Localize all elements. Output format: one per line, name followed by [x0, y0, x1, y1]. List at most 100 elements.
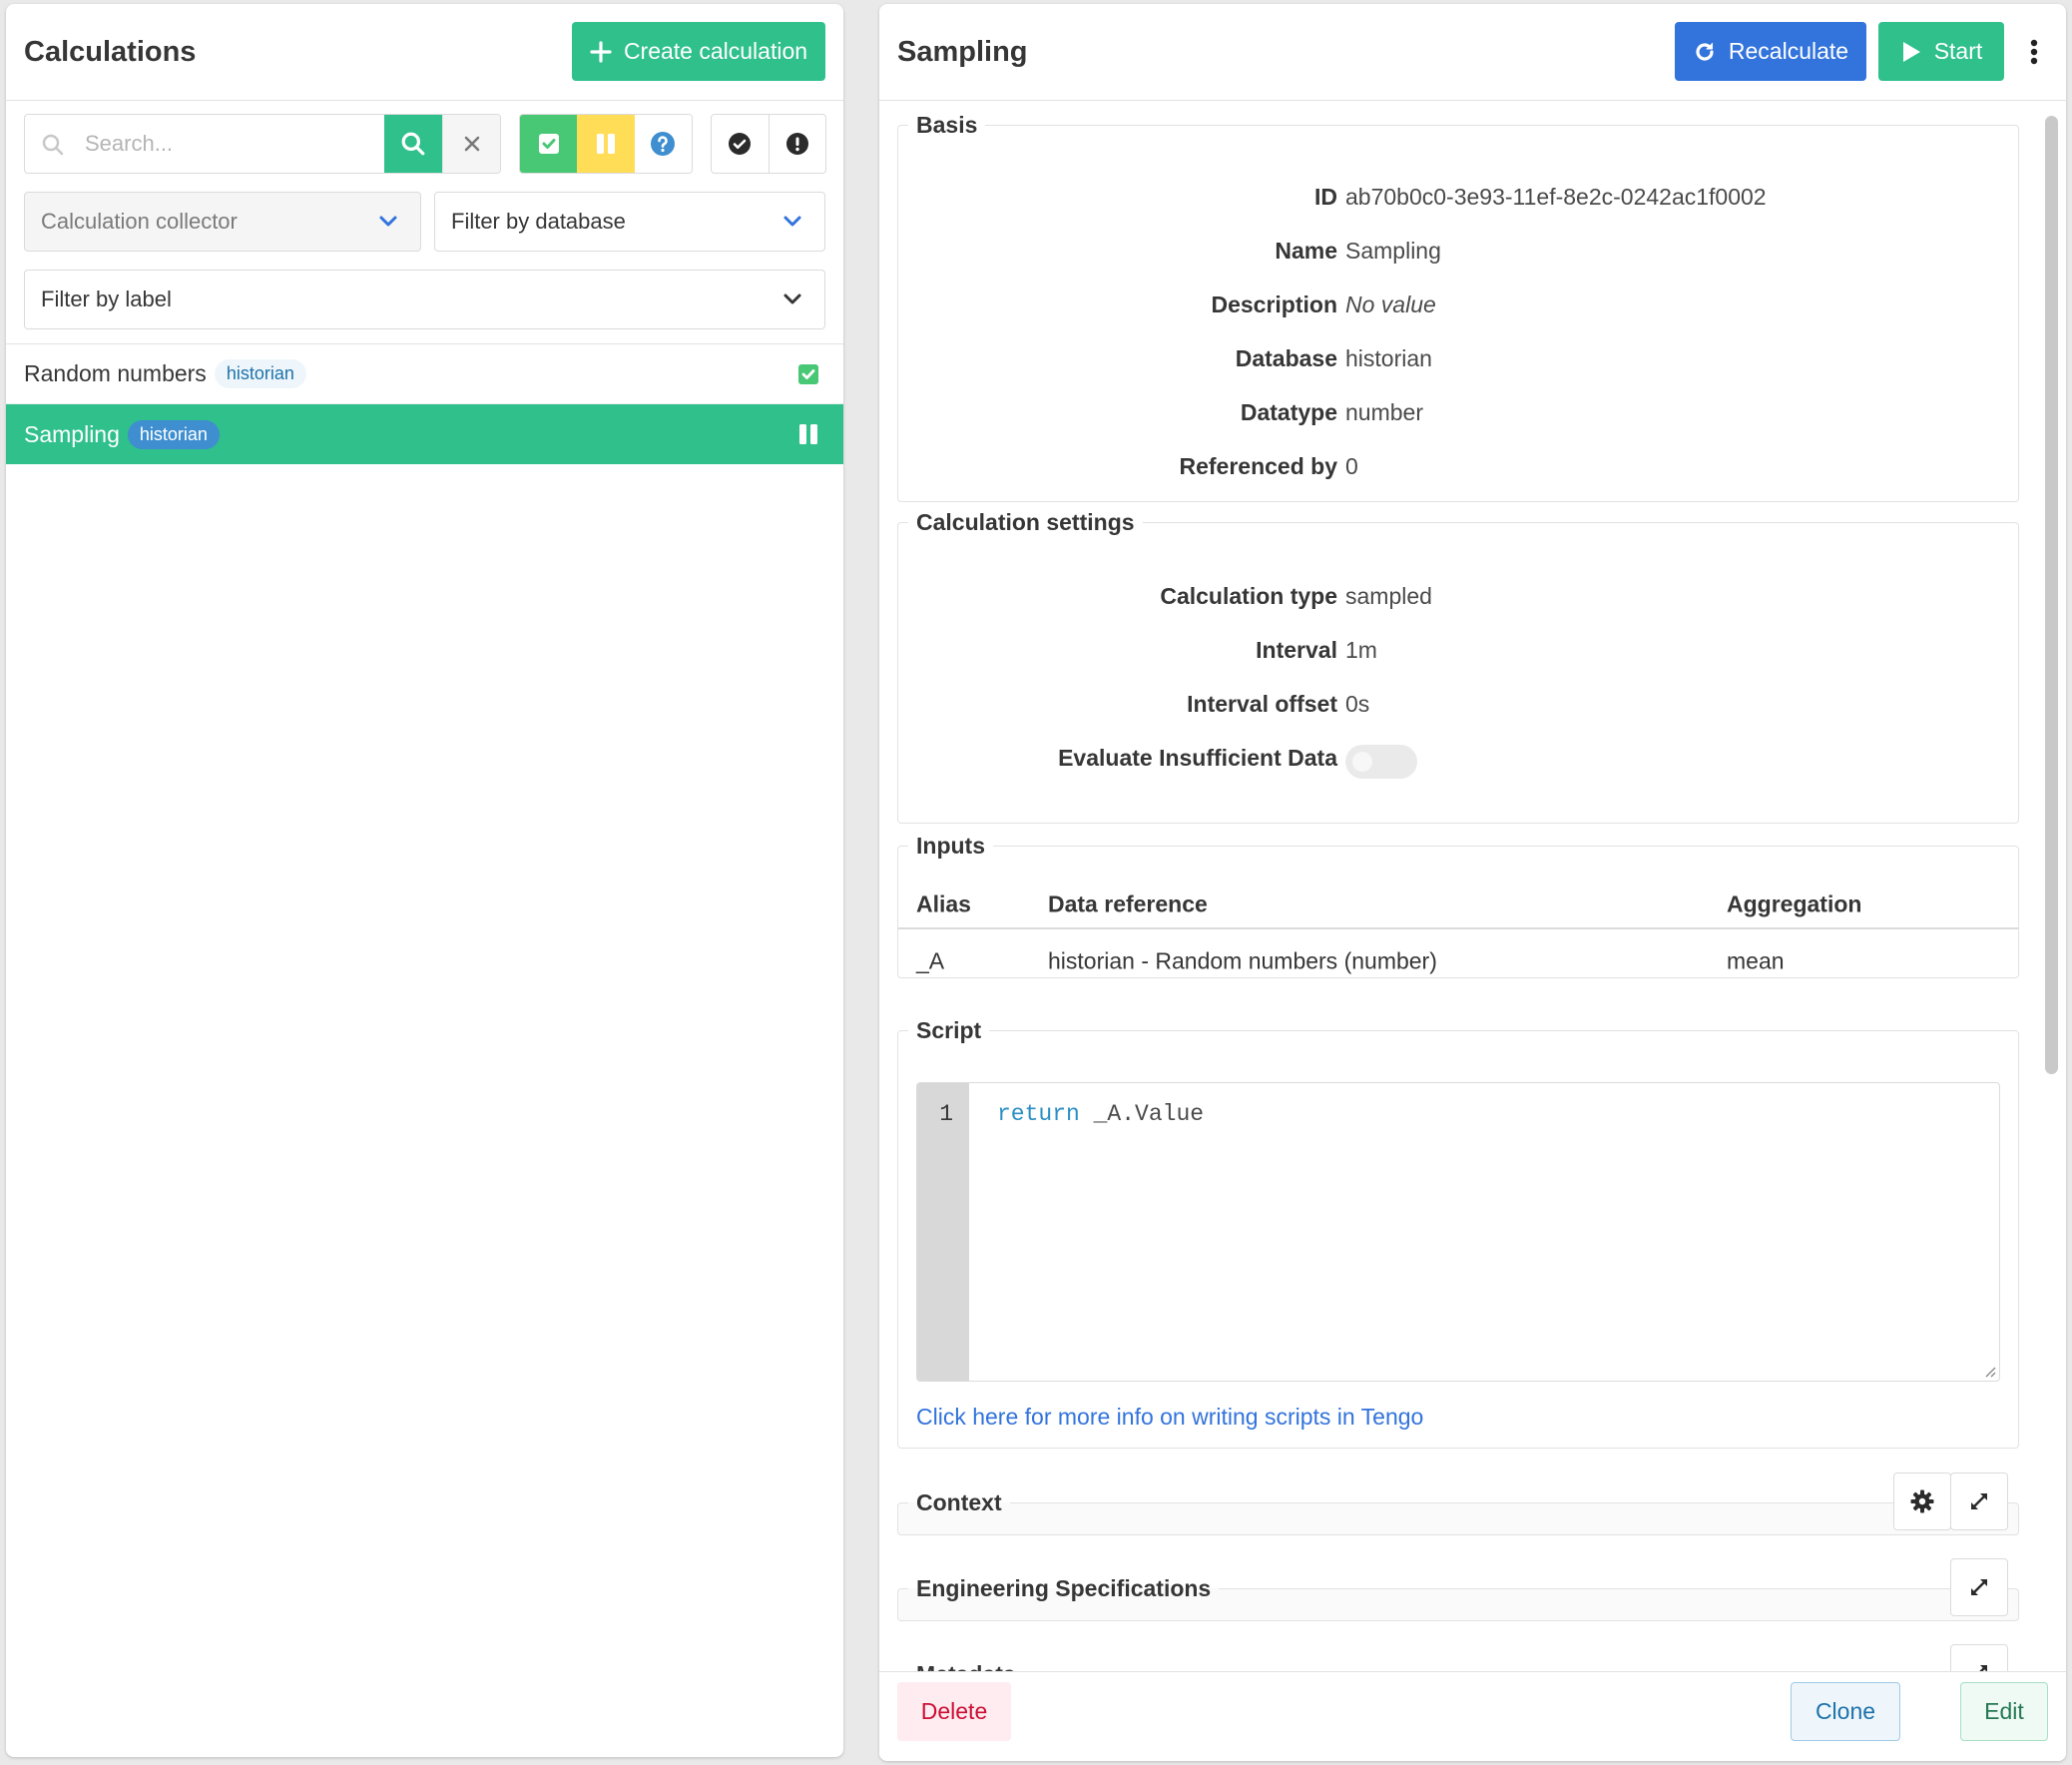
context-settings-button[interactable]	[1893, 1472, 1951, 1530]
close-icon	[464, 136, 479, 152]
resize-grip-icon[interactable]	[1982, 1364, 1996, 1378]
script-section: Script 1 return _A.Value Click here for …	[897, 1017, 2019, 1449]
detail-title: Sampling	[897, 35, 1028, 68]
search-input-wrap	[25, 115, 384, 173]
more-options-button[interactable]	[2020, 22, 2048, 81]
alias-header: Alias	[916, 890, 971, 917]
expand-icon	[1971, 1493, 1987, 1509]
recalculate-button[interactable]: Recalculate	[1675, 22, 1866, 81]
filter-error-button[interactable]	[768, 115, 825, 173]
interval-offset-value: 0s	[1345, 690, 1370, 717]
name-row: Name Sampling	[898, 231, 2018, 271]
clone-button[interactable]: Clone	[1791, 1682, 1900, 1741]
description-row: Description No value	[898, 285, 2018, 324]
script-code[interactable]: return _A.Value	[969, 1083, 1999, 1381]
metadata-section: Metadata	[897, 1661, 2019, 1671]
aggregation-cell: mean	[1727, 947, 1785, 974]
interval-row: Interval 1m	[898, 630, 2018, 670]
code-text: _A.Value	[1079, 1101, 1205, 1127]
state-filter-group	[711, 114, 826, 174]
calculation-collector-select[interactable]: Calculation collector	[24, 192, 421, 252]
alias-cell: _A	[916, 947, 945, 974]
calculation-name: Random numbers	[24, 360, 207, 386]
vertical-ellipsis-icon	[2030, 39, 2038, 64]
search-icon	[401, 132, 425, 156]
list-item[interactable]: Sampling historian	[6, 404, 843, 464]
engineering-expand-button[interactable]	[1950, 1558, 2008, 1616]
label-filter-select[interactable]: Filter by label	[24, 270, 825, 329]
engineering-specifications-title: Engineering Specifications	[916, 1575, 1212, 1601]
delete-button[interactable]: Delete	[897, 1682, 1011, 1741]
chevron-down-icon	[379, 216, 397, 227]
database-filter-select[interactable]: Filter by database	[434, 192, 825, 252]
detail-header: Sampling Recalculate Start	[879, 4, 2066, 101]
referenced-by-row: Referenced by 0	[898, 446, 2018, 486]
header-actions: Recalculate Start	[1675, 22, 2048, 81]
metadata-expand-button[interactable]	[1950, 1644, 2008, 1671]
metadata-title: Metadata	[908, 1661, 1024, 1671]
search-button[interactable]	[384, 115, 442, 173]
detail-content[interactable]: Basis ID ab70b0c0-3e93-11ef-8e2c-0242ac1…	[879, 102, 2043, 1671]
create-calculation-label: Create calculation	[623, 38, 808, 64]
pause-icon	[596, 134, 615, 154]
basis-section: Basis ID ab70b0c0-3e93-11ef-8e2c-0242ac1…	[897, 112, 2019, 502]
database-value: historian	[1345, 344, 1432, 371]
interval-label: Interval	[1256, 636, 1337, 663]
aggregation-header: Aggregation	[1727, 890, 1862, 917]
referenced-by-value: 0	[1345, 452, 1358, 479]
search-icon	[42, 134, 64, 156]
calculations-panel: Calculations Create calculation Search..…	[6, 4, 843, 1757]
filter-paused-button[interactable]	[577, 115, 635, 173]
start-button[interactable]: Start	[1878, 22, 2004, 81]
exclamation-circle-icon	[785, 133, 808, 155]
table-row: _A historian - Random numbers (number) m…	[898, 929, 2018, 993]
database-row: Database historian	[898, 338, 2018, 378]
gear-icon	[1910, 1489, 1934, 1513]
context-expand-button[interactable]	[1950, 1472, 2008, 1530]
create-calculation-button[interactable]: Create calculation	[572, 22, 825, 81]
filter-enabled-button[interactable]	[520, 115, 578, 173]
edit-button[interactable]: Edit	[1960, 1682, 2048, 1741]
check-circle-icon	[729, 133, 752, 155]
datatype-label: Datatype	[1240, 398, 1337, 425]
basis-title: Basis	[916, 112, 978, 138]
context-title: Context	[916, 1489, 1002, 1515]
inputs-section: Inputs Alias Data reference Aggregation …	[897, 833, 2019, 978]
inputs-table: Alias Data reference Aggregation _A hist…	[898, 882, 2018, 993]
calculation-type-label: Calculation type	[1160, 582, 1337, 609]
clear-search-button[interactable]	[442, 115, 500, 173]
name-label: Name	[1275, 237, 1337, 264]
line-number-gutter: 1	[917, 1083, 969, 1381]
search-box	[24, 114, 501, 174]
name-value: Sampling	[1345, 237, 1441, 264]
label-select-value: Filter by label	[41, 287, 172, 311]
start-label: Start	[1933, 38, 1983, 64]
expand-icon	[1979, 1665, 1987, 1671]
database-tag: historian	[214, 359, 306, 388]
detail-scrollbar[interactable]	[2045, 116, 2058, 1074]
filter-ok-button[interactable]	[712, 115, 769, 173]
search-toolbar	[24, 114, 826, 174]
id-row: ID ab70b0c0-3e93-11ef-8e2c-0242ac1f0002	[898, 177, 2018, 217]
check-square-icon	[538, 134, 559, 154]
datatype-value: number	[1345, 398, 1423, 425]
id-label: ID	[1314, 183, 1337, 210]
expand-icon	[1971, 1579, 1987, 1595]
referenced-by-label: Referenced by	[1179, 452, 1337, 479]
line-number: 1	[939, 1101, 953, 1127]
search-input[interactable]	[25, 115, 384, 173]
script-editor[interactable]: 1 return _A.Value	[916, 1082, 2000, 1382]
insufficient-data-toggle[interactable]	[1345, 745, 1417, 779]
inputs-title: Inputs	[916, 833, 985, 859]
database-tag: historian	[127, 419, 220, 449]
calculations-header: Calculations Create calculation	[6, 4, 843, 101]
tengo-docs-link[interactable]: Click here for more info on writing scri…	[916, 1404, 1423, 1431]
insufficient-data-label: Evaluate Insufficient Data	[1058, 744, 1337, 771]
list-item[interactable]: Random numbers historian	[6, 344, 843, 404]
calculation-type-value: sampled	[1345, 582, 1432, 609]
filter-unknown-button[interactable]	[634, 115, 692, 173]
datatype-row: Datatype number	[898, 392, 2018, 432]
status-filter-group	[519, 114, 693, 174]
plus-icon	[590, 40, 612, 63]
calculation-list: Random numbers historian Sampling histor…	[6, 343, 843, 464]
